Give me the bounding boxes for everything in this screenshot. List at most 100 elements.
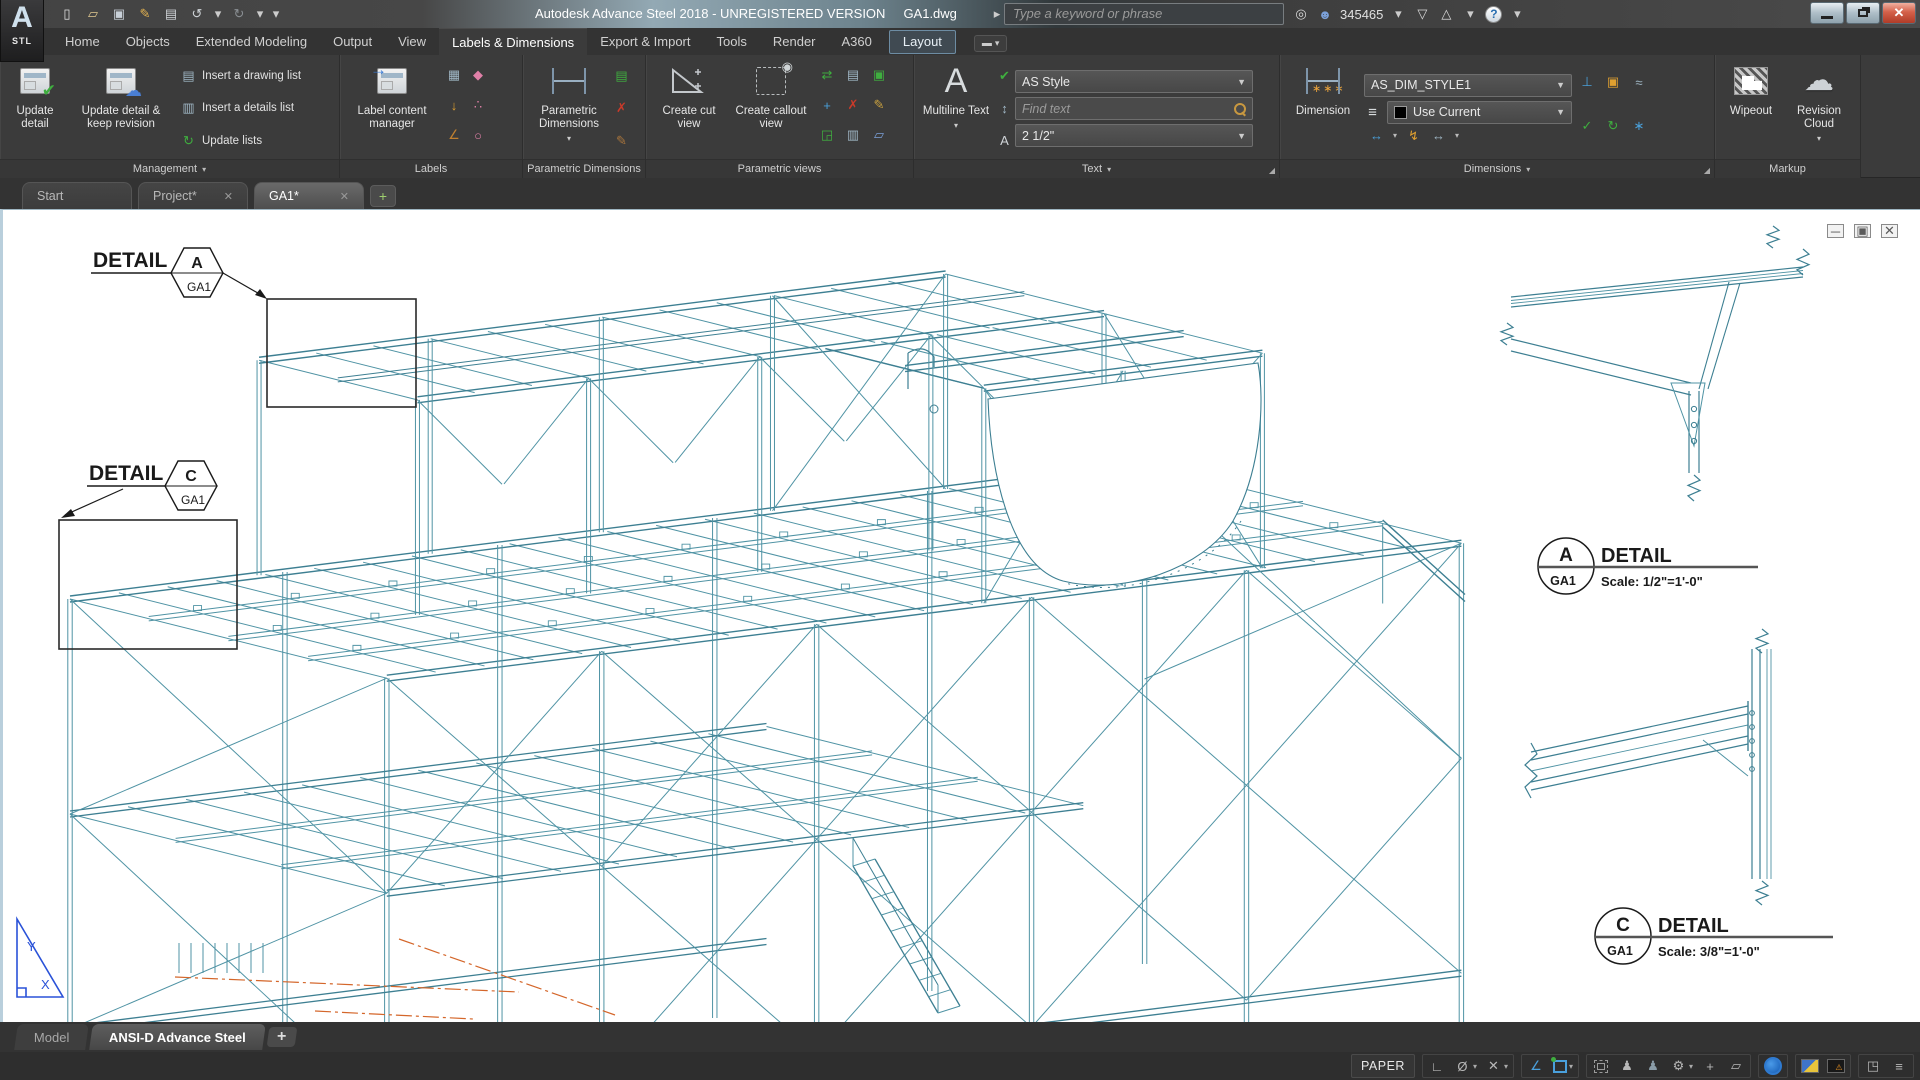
- dim-style-combo[interactable]: AS_DIM_STYLE1▼: [1364, 74, 1572, 97]
- dim-layer-combo[interactable]: Use Current▼: [1387, 101, 1572, 124]
- ribbon-tab-layout[interactable]: Layout: [889, 30, 956, 54]
- app-store-button[interactable]: ▽: [1413, 3, 1431, 25]
- pv-prefs-icon[interactable]: ▱: [871, 127, 888, 143]
- text-style-icon[interactable]: A: [996, 133, 1013, 149]
- autoscale-button[interactable]: ⚙▾: [1667, 1055, 1696, 1077]
- ortho-button[interactable]: ∟: [1425, 1055, 1449, 1077]
- update-detail-button[interactable]: ✔ Update detail: [4, 58, 66, 159]
- ribbon-tab-output[interactable]: Output: [320, 28, 385, 55]
- close-tab-icon[interactable]: ✕: [224, 190, 233, 203]
- detail-a-callout[interactable]: DETAIL A GA1: [91, 248, 416, 407]
- open-file-button[interactable]: ▱: [82, 4, 104, 24]
- account-dropdown[interactable]: ▾: [1389, 3, 1407, 25]
- insert-details-list-button[interactable]: ▥ Insert a details list: [176, 99, 305, 117]
- text-style-combo[interactable]: AS Style▼: [1015, 70, 1253, 93]
- text-align-icon[interactable]: ↕: [996, 100, 1013, 116]
- file-tab-project-[interactable]: Project*✕: [138, 182, 248, 209]
- selection-cycling-button[interactable]: [1589, 1055, 1613, 1077]
- graphics-performance-button[interactable]: ⚠: [1824, 1055, 1848, 1077]
- label-content-manager-button[interactable]: → Label content manager: [344, 58, 440, 159]
- new-layout-button[interactable]: +: [267, 1027, 298, 1047]
- dim-elevation-icon[interactable]: ⊥: [1579, 74, 1596, 90]
- osnap-button[interactable]: ▾: [1550, 1055, 1576, 1077]
- close-tab-icon[interactable]: ✕: [340, 190, 349, 203]
- dimension-button[interactable]: ∗∗∗ Dimension: [1284, 58, 1362, 159]
- ribbon-minimize-button[interactable]: ▬▾: [974, 35, 1008, 52]
- text-height-combo[interactable]: 2 1/2"▼: [1015, 124, 1253, 147]
- ribbon-tab-extended-modeling[interactable]: Extended Modeling: [183, 28, 320, 55]
- autocad-status-button[interactable]: [1761, 1055, 1785, 1077]
- undo-dropdown[interactable]: ▾: [212, 4, 224, 24]
- layout-tab-ansi-d-advance-steel[interactable]: ANSI-D Advance Steel: [90, 1024, 266, 1050]
- annotation-scale-button[interactable]: ♟: [1615, 1055, 1639, 1077]
- pv-corner-icon[interactable]: ◲: [819, 127, 836, 143]
- pv-new-icon[interactable]: ▣: [871, 67, 888, 83]
- panel-label-parametric-views[interactable]: Parametric views: [646, 159, 913, 178]
- search-button[interactable]: ◎: [1292, 3, 1310, 25]
- spell-check-icon[interactable]: ✔: [996, 68, 1013, 84]
- panel-label-labels[interactable]: Labels: [340, 159, 522, 178]
- dim-frame-icon[interactable]: ▣: [1605, 74, 1622, 90]
- customization-menu-button[interactable]: ≡: [1887, 1055, 1911, 1077]
- file-tab-start[interactable]: Start: [22, 182, 132, 209]
- viewport-close-button[interactable]: ✕: [1881, 224, 1898, 238]
- label-style-icon[interactable]: ▦: [446, 67, 463, 83]
- panel-label-management[interactable]: Management▾: [0, 159, 339, 178]
- clean-screen-button[interactable]: ◳: [1861, 1055, 1885, 1077]
- revision-cloud-button[interactable]: ☁ Revision Cloud ▾: [1785, 58, 1853, 159]
- text-dialog-launcher[interactable]: ◢: [1269, 166, 1275, 175]
- pdim-add-icon[interactable]: ▤: [613, 68, 630, 84]
- dim-assoc-icon[interactable]: ∗: [1631, 118, 1648, 134]
- ribbon-tab-a360[interactable]: A360: [829, 28, 885, 55]
- find-text-input[interactable]: Find text: [1015, 97, 1253, 120]
- layout-tab-model[interactable]: Model: [14, 1024, 89, 1050]
- minimize-button[interactable]: [1810, 2, 1844, 24]
- a360-button[interactable]: △: [1437, 3, 1455, 25]
- pv-delete-icon[interactable]: ✗: [845, 97, 862, 113]
- insert-drawing-list-button[interactable]: ▤ Insert a drawing list: [176, 67, 305, 85]
- qat-customize-dropdown[interactable]: ▾: [270, 4, 282, 24]
- restore-button[interactable]: [1846, 2, 1880, 24]
- dim-check-icon[interactable]: ✓: [1579, 118, 1596, 134]
- viewport-minimize-button[interactable]: ─: [1827, 224, 1844, 238]
- weld-label-icon[interactable]: ↓: [446, 97, 463, 113]
- new-file-button[interactable]: ▯: [56, 4, 78, 24]
- account-button[interactable]: ☻: [1316, 3, 1334, 25]
- help-search-input[interactable]: Type a keyword or phrase: [1004, 3, 1284, 25]
- dim-break-icon[interactable]: ≈: [1631, 74, 1648, 90]
- signed-in-user-id[interactable]: 345465: [1340, 7, 1383, 22]
- bolt-label-icon[interactable]: ◆: [470, 67, 487, 83]
- pdim-clean-icon[interactable]: ✎: [613, 133, 630, 149]
- ribbon-tab-view[interactable]: View: [385, 28, 439, 55]
- dim-quick-icon[interactable]: ↯: [1405, 128, 1422, 144]
- panel-label-text[interactable]: Text▾ ◢: [914, 159, 1279, 178]
- redo-button[interactable]: ↻: [228, 4, 250, 24]
- help-dropdown[interactable]: ▾: [1508, 3, 1526, 25]
- hole-label-icon[interactable]: ○: [470, 127, 487, 143]
- undo-button[interactable]: ↺: [186, 4, 208, 24]
- pv-doc-icon[interactable]: ▤: [845, 67, 862, 83]
- search-expand-button[interactable]: ▸: [990, 3, 1004, 25]
- panel-label-markup[interactable]: Markup: [1715, 159, 1860, 178]
- pv-scale-icon[interactable]: ▥: [845, 127, 862, 143]
- redo-dropdown[interactable]: ▾: [254, 4, 266, 24]
- polar-tracking-button[interactable]: Ø▾: [1451, 1055, 1480, 1077]
- save-as-button[interactable]: ✎: [134, 4, 156, 24]
- save-button[interactable]: ▣: [108, 4, 130, 24]
- marks-label-icon[interactable]: ∴: [470, 97, 487, 113]
- pv-edit-icon[interactable]: ✎: [871, 97, 888, 113]
- update-lists-button[interactable]: ↻ Update lists: [176, 132, 305, 150]
- dim-update-icon[interactable]: ↻: [1605, 118, 1622, 134]
- new-drawing-tab-button[interactable]: +: [370, 185, 396, 207]
- a360-dropdown[interactable]: ▾: [1461, 3, 1479, 25]
- hardware-acceleration-button[interactable]: [1798, 1055, 1822, 1077]
- ribbon-tab-tools[interactable]: Tools: [704, 28, 760, 55]
- parametric-dimensions-button[interactable]: Parametric Dimensions ▾: [527, 58, 611, 159]
- multiline-text-button[interactable]: A Multiline Text ▾: [918, 58, 994, 159]
- dim-baseline-icon[interactable]: ↔: [1430, 128, 1447, 144]
- viewport-restore-button[interactable]: ▣: [1854, 224, 1871, 238]
- drawing-canvas[interactable]: ─ ▣ ✕ DETAIL A GA1 DETAIL: [0, 209, 1920, 1022]
- osnap-tracking-button[interactable]: ∠: [1524, 1055, 1548, 1077]
- dimensions-dialog-launcher[interactable]: ◢: [1704, 166, 1710, 175]
- ribbon-tab-home[interactable]: Home: [52, 28, 113, 55]
